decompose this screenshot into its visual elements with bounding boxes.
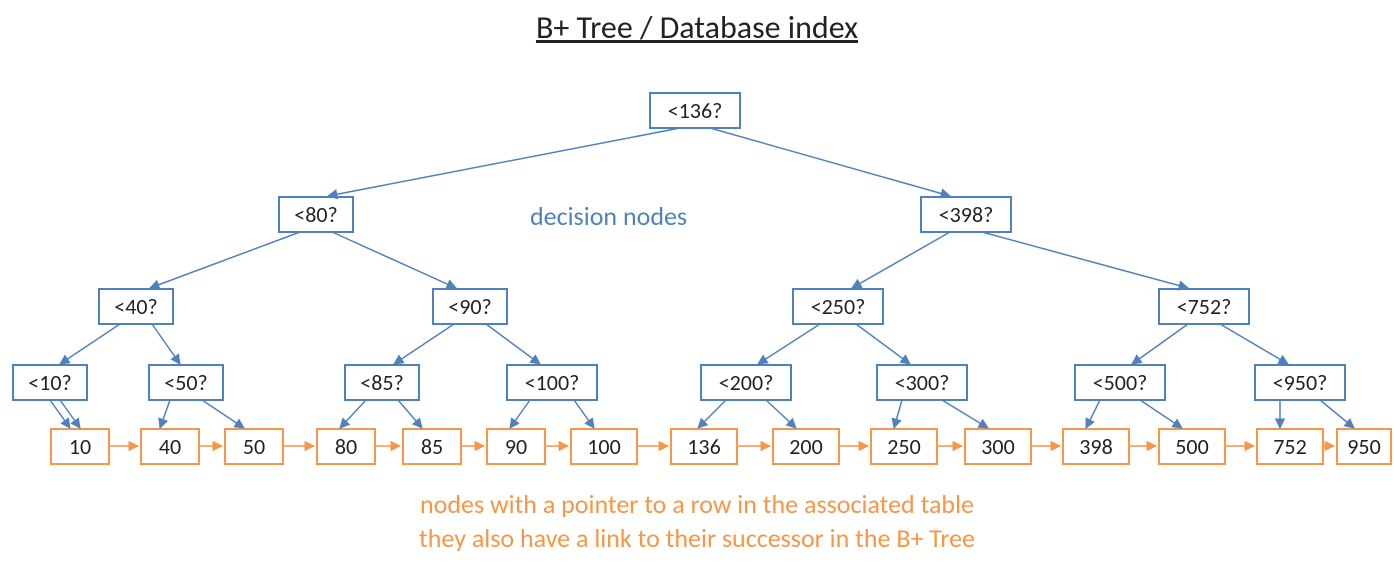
leaf-node: 100 — [570, 428, 638, 465]
decision-node: <500? — [1074, 364, 1166, 401]
decision-node: <50? — [148, 364, 224, 401]
leaf-node: 752 — [1256, 428, 1324, 465]
leaf-node: 80 — [316, 428, 376, 465]
decision-node: <398? — [920, 196, 1012, 233]
leaf-node: 10 — [50, 428, 110, 465]
leaf-node: 500 — [1158, 428, 1226, 465]
leaf-node: 90 — [486, 428, 546, 465]
decision-node: <950? — [1254, 364, 1346, 401]
decision-node: <300? — [876, 364, 968, 401]
decision-node: <80? — [278, 196, 354, 233]
diagram-title: B+ Tree / Database index — [0, 8, 1394, 47]
decision-node-root: <136? — [649, 92, 741, 129]
leaf-node: 85 — [402, 428, 462, 465]
leaf-nodes-annotation-line2: they also have a link to their successor… — [0, 522, 1394, 554]
decision-node: <10? — [12, 364, 88, 401]
decision-node: <752? — [1158, 288, 1250, 325]
leaf-node: 50 — [224, 428, 284, 465]
leaf-node: 40 — [140, 428, 200, 465]
leaf-node: 950 — [1336, 428, 1392, 465]
leaf-node: 398 — [1062, 428, 1130, 465]
decision-nodes-annotation: decision nodes — [530, 200, 687, 232]
decision-node: <40? — [98, 288, 174, 325]
leaf-node: 300 — [964, 428, 1032, 465]
decision-node: <250? — [792, 288, 884, 325]
decision-node: <100? — [506, 364, 598, 401]
leaf-node: 250 — [870, 428, 938, 465]
decision-node: <90? — [432, 288, 508, 325]
leaf-nodes-annotation-line1: nodes with a pointer to a row in the ass… — [0, 488, 1394, 520]
leaf-node: 136 — [670, 428, 738, 465]
decision-node: <200? — [700, 364, 792, 401]
decision-node: <85? — [344, 364, 420, 401]
leaf-node: 200 — [772, 428, 840, 465]
